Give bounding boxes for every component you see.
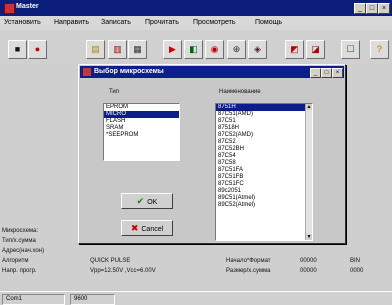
minimize-button[interactable]: _ (354, 3, 366, 14)
format-value: BIN (350, 258, 361, 264)
dialog-maximize-button[interactable]: □ (321, 68, 332, 78)
dialog-titlebar: Выбор микросхемы _ □ × (80, 66, 344, 78)
menu-napravit[interactable]: Направить (54, 19, 89, 26)
ok-label: OK (147, 199, 158, 206)
tool-erase-icon[interactable]: ◈ (248, 40, 267, 59)
address-label: Адрес(нач.хон) (2, 248, 45, 254)
menu-ustanovit[interactable]: Установить (4, 19, 41, 26)
chip-item[interactable]: 87518H (216, 125, 312, 132)
type-item-eprom[interactable]: EPROM (104, 104, 179, 111)
dialog-close-button[interactable]: × (332, 68, 343, 78)
dialog-title: Выбор микросхемы (94, 68, 164, 75)
window-title: Master (16, 3, 39, 10)
help-icon[interactable]: ? (370, 40, 389, 59)
maximize-button[interactable]: □ (366, 3, 378, 14)
menu-prochitat[interactable]: Прочитать (145, 19, 179, 26)
chip-item[interactable]: 89c2051 (216, 188, 312, 195)
status-bar: Com1 9600 (0, 291, 392, 305)
scroll-down-icon[interactable]: ▼ (306, 234, 312, 240)
app-icon (4, 3, 15, 14)
voltage-label: Напр. прогр. (2, 268, 37, 274)
dialog-icon (83, 68, 91, 76)
menu-zapisat[interactable]: Записать (101, 19, 131, 26)
chip-item[interactable]: 87C52 (216, 139, 312, 146)
type-item-micro[interactable]: MICRO (104, 111, 179, 118)
size-value: 00000 (300, 268, 317, 274)
chip-item[interactable]: 87C51FA (216, 167, 312, 174)
start-value: 00000 (300, 258, 317, 264)
tool-blank-icon[interactable]: ⊕ (227, 40, 246, 59)
chip-item[interactable]: 87C51(AMD) (216, 111, 312, 118)
menu-bar: Установить Направить Записать Прочитать … (0, 16, 392, 30)
chip-label: Микросхема: (2, 228, 39, 234)
tool-print-icon[interactable]: ▦ (128, 40, 147, 59)
chip-item[interactable]: 8751H (216, 104, 312, 111)
cross-icon: ✖ (130, 223, 139, 233)
scroll-up-icon[interactable]: ▲ (306, 104, 312, 110)
chip-item[interactable]: 87C54 (216, 153, 312, 160)
check-icon: ✔ (136, 196, 145, 206)
tool-config-icon[interactable]: ☐ (341, 40, 360, 59)
type-item-flash[interactable]: FLASH (104, 118, 179, 125)
dialog-minimize-button[interactable]: _ (310, 68, 321, 78)
close-button[interactable]: × (378, 3, 390, 14)
ok-button[interactable]: ✔ OK (121, 193, 173, 209)
menu-prosmotret[interactable]: Просмотреть (193, 19, 235, 26)
window-titlebar: Master _ □ × (0, 0, 392, 16)
chip-list-scrollbar[interactable]: ▲ ▼ (305, 104, 312, 240)
chip-select-dialog: Выбор микросхемы _ □ × Тип Наименование … (78, 64, 346, 244)
voltage-value: Vpp=12.50V ,Vcc=6.00V (90, 268, 156, 274)
chip-item[interactable]: 87C58 (216, 160, 312, 167)
chip-item[interactable]: 87C52(AMD) (216, 132, 312, 139)
chip-item[interactable]: 87C52BH (216, 146, 312, 153)
chip-item[interactable]: 87C51 (216, 118, 312, 125)
tool-edit-icon[interactable]: ◩ (285, 40, 304, 59)
tool-chip-icon[interactable]: ■ (8, 40, 27, 59)
tool-compare-icon[interactable]: ◪ (306, 40, 325, 59)
type-checksum-label: Тип/х.сумма (2, 238, 36, 244)
cancel-button[interactable]: ✖ Cancel (121, 220, 173, 236)
name-label: Наименование (219, 89, 261, 95)
algorithm-value: QUICK PULSE (90, 258, 131, 264)
chip-item[interactable]: 87C51FB (216, 174, 312, 181)
start-format-label: Начало*Формат (226, 258, 271, 264)
type-label: Тип (109, 89, 120, 95)
type-item-seeprom[interactable]: *SEEPROM (104, 132, 179, 139)
chip-item[interactable]: 87C51FC (216, 181, 312, 188)
chip-name-list[interactable]: 8751H 87C51(AMD) 87C51 87518H 87C52(AMD)… (215, 103, 313, 241)
toolbar: ■ ● ▤ ▥ ▦ ▶ ◧ ◉ ⊕ ◈ ◩ ◪ ☐ ? (0, 30, 392, 67)
tool-read-icon[interactable]: ◧ (184, 40, 203, 59)
menu-pomosch[interactable]: Помощь (255, 19, 282, 26)
tool-open-icon[interactable]: ▤ (86, 40, 105, 59)
algorithm-label: Алгоритм (2, 258, 29, 264)
cancel-label: Cancel (141, 226, 164, 233)
chip-item[interactable]: 89C52(Atmel) (216, 202, 312, 209)
tool-record-icon[interactable]: ● (28, 40, 47, 59)
type-item-sram[interactable]: SRAM (104, 125, 179, 132)
tool-save-icon[interactable]: ▥ (108, 40, 127, 59)
tool-run-icon[interactable]: ▶ (163, 40, 182, 59)
type-list[interactable]: EPROM MICRO FLASH SRAM *SEEPROM (103, 103, 180, 161)
chip-item[interactable]: 89C51(Atmel) (216, 195, 312, 202)
checksum-value: 0000 (350, 268, 364, 274)
port-panel: Com1 (2, 294, 65, 305)
size-checksum-label: Размер/х.сумма (226, 268, 271, 274)
speed-panel: 9600 (70, 294, 115, 305)
tool-verify-icon[interactable]: ◉ (205, 40, 224, 59)
